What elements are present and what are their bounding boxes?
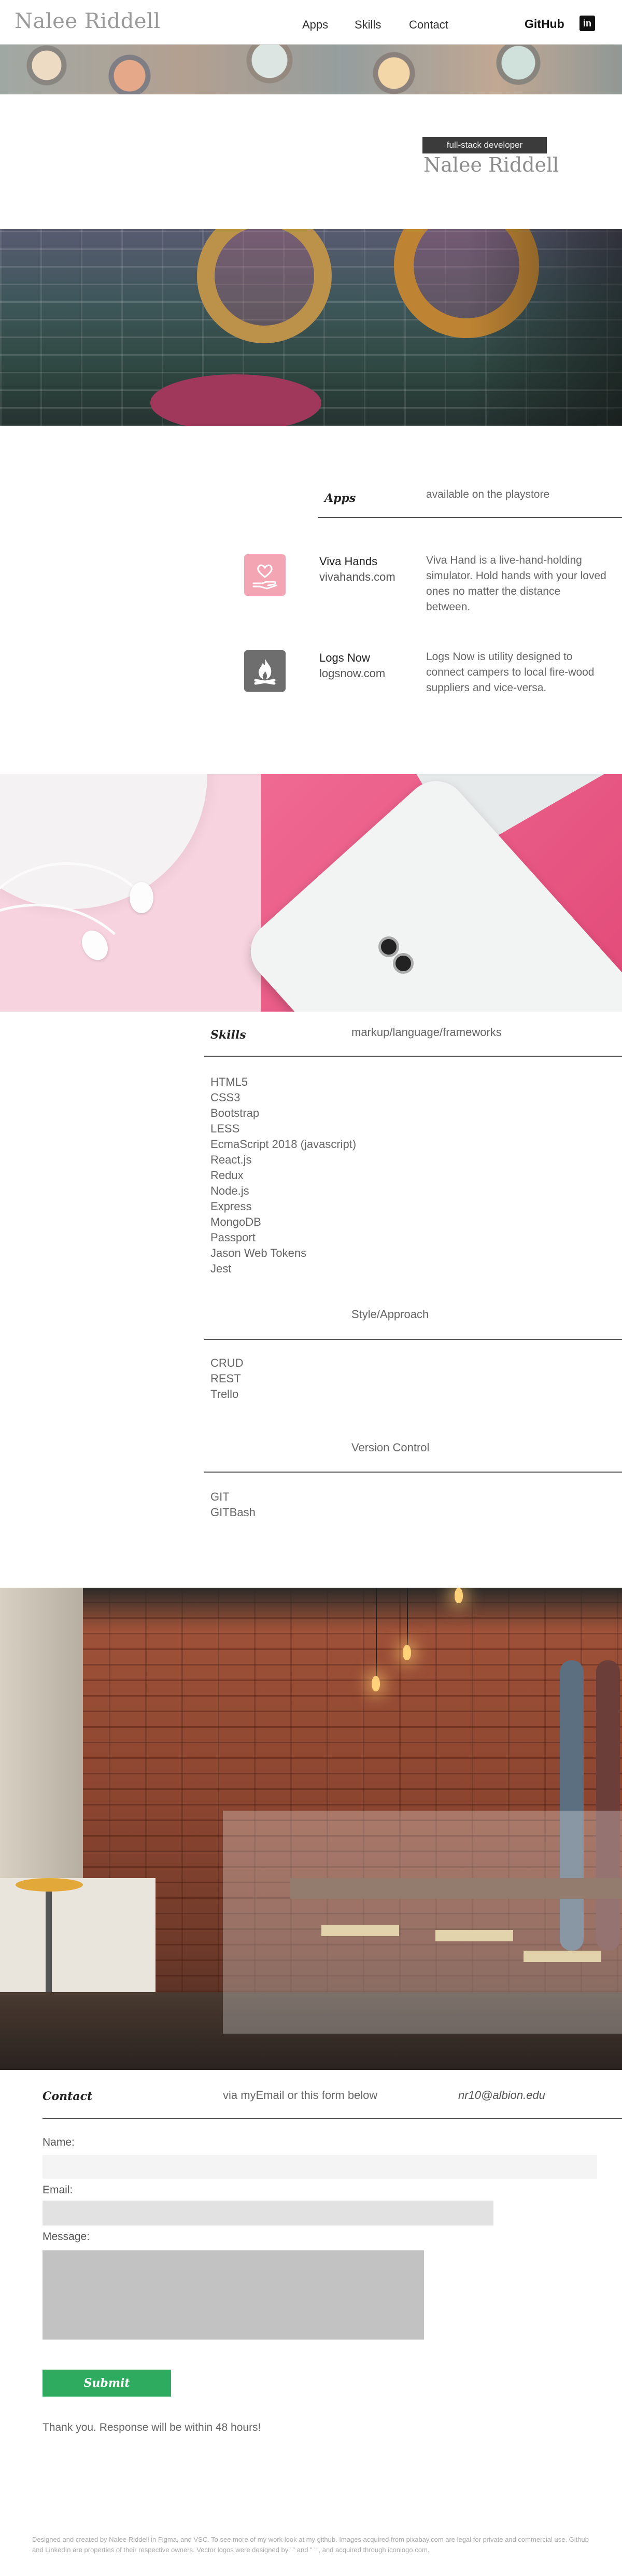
skill-item: MongoDB <box>210 1215 261 1228</box>
contact-divider <box>43 2118 622 2119</box>
skill-item: Redux <box>210 1169 244 1182</box>
version-control-heading: Version Control <box>351 1441 430 1454</box>
hero-role-badge: full-stack developer <box>422 137 547 153</box>
name-input[interactable] <box>43 2155 597 2179</box>
contact-email-link[interactable]: nr10@albion.edu <box>458 2089 545 2102</box>
skill-item: CSS3 <box>210 1091 241 1104</box>
skills-subheading: markup/language/frameworks <box>351 1026 502 1039</box>
contact-subheading: via myEmail or this form below <box>223 2089 378 2102</box>
skill-item: Passport <box>210 1231 256 1244</box>
email-input[interactable] <box>43 2201 493 2225</box>
nav-link-skills[interactable]: Skills <box>355 18 381 32</box>
skill-item: HTML5 <box>210 1075 248 1088</box>
apps-subheading: available on the playstore <box>426 488 550 500</box>
version-control-item: GIT <box>210 1490 230 1503</box>
app-url-logs-now[interactable]: logsnow.com <box>319 667 385 680</box>
message-label: Message: <box>43 2231 90 2243</box>
github-link[interactable]: GitHub <box>525 17 564 31</box>
heart-hand-icon[interactable] <box>244 554 286 596</box>
skill-item: Node.js <box>210 1184 249 1197</box>
linkedin-icon[interactable]: in <box>579 16 595 31</box>
apps-divider <box>318 517 622 518</box>
app-url-viva-hands[interactable]: vivahands.com <box>319 570 395 584</box>
skill-item: LESS <box>210 1122 240 1135</box>
approach-item: REST <box>210 1372 241 1385</box>
approach-item: Trello <box>210 1388 239 1401</box>
graffiti-wall-image <box>0 229 622 426</box>
skill-item: Jest <box>210 1262 232 1275</box>
skill-item: Jason Web Tokens <box>210 1247 307 1259</box>
cafe-interior-image <box>0 1588 622 2070</box>
style-approach-heading: Style/Approach <box>351 1308 429 1321</box>
email-label: Email: <box>43 2184 73 2196</box>
hero-name: Nalee Riddell <box>423 153 559 176</box>
version-control-divider <box>204 1472 622 1473</box>
skill-item: React.js <box>210 1153 252 1166</box>
footer-credits: Designed and created by Nalee Riddell in… <box>32 2536 589 2554</box>
contact-heading: Contact <box>43 2090 93 2103</box>
nav-link-apps[interactable]: Apps <box>302 18 328 32</box>
skill-item: Bootstrap <box>210 1107 260 1119</box>
mural-banner-image <box>0 45 622 94</box>
style-divider <box>204 1339 622 1340</box>
skills-divider <box>204 1056 622 1057</box>
nav-link-contact[interactable]: Contact <box>409 18 448 32</box>
skill-item: EcmaScript 2018 (javascript) <box>210 1138 357 1151</box>
name-label: Name: <box>43 2136 75 2148</box>
message-textarea[interactable] <box>43 2250 424 2340</box>
app-description-viva-hands: Viva Hand is a live-hand-holding simulat… <box>426 554 606 613</box>
app-description-logs-now: Logs Now is utility designed to connect … <box>426 651 595 694</box>
app-name-viva-hands: Viva Hands <box>319 555 378 568</box>
skills-heading: Skills <box>210 1028 246 1042</box>
response-time-note: Thank you. Response will be within 48 ho… <box>43 2421 261 2433</box>
apps-heading: Apps <box>324 492 356 505</box>
app-name-logs-now: Logs Now <box>319 651 370 664</box>
phone-earbuds-image <box>0 774 622 1012</box>
top-nav: Nalee Riddell Apps Skills Contact GitHub… <box>0 0 622 45</box>
version-control-item: GITBash <box>210 1506 256 1519</box>
campfire-icon[interactable] <box>244 650 286 692</box>
skill-item: Express <box>210 1200 252 1213</box>
brand-logo[interactable]: Nalee Riddell <box>15 9 161 33</box>
approach-item: CRUD <box>210 1356 244 1369</box>
submit-button[interactable]: Submit <box>43 2370 171 2397</box>
